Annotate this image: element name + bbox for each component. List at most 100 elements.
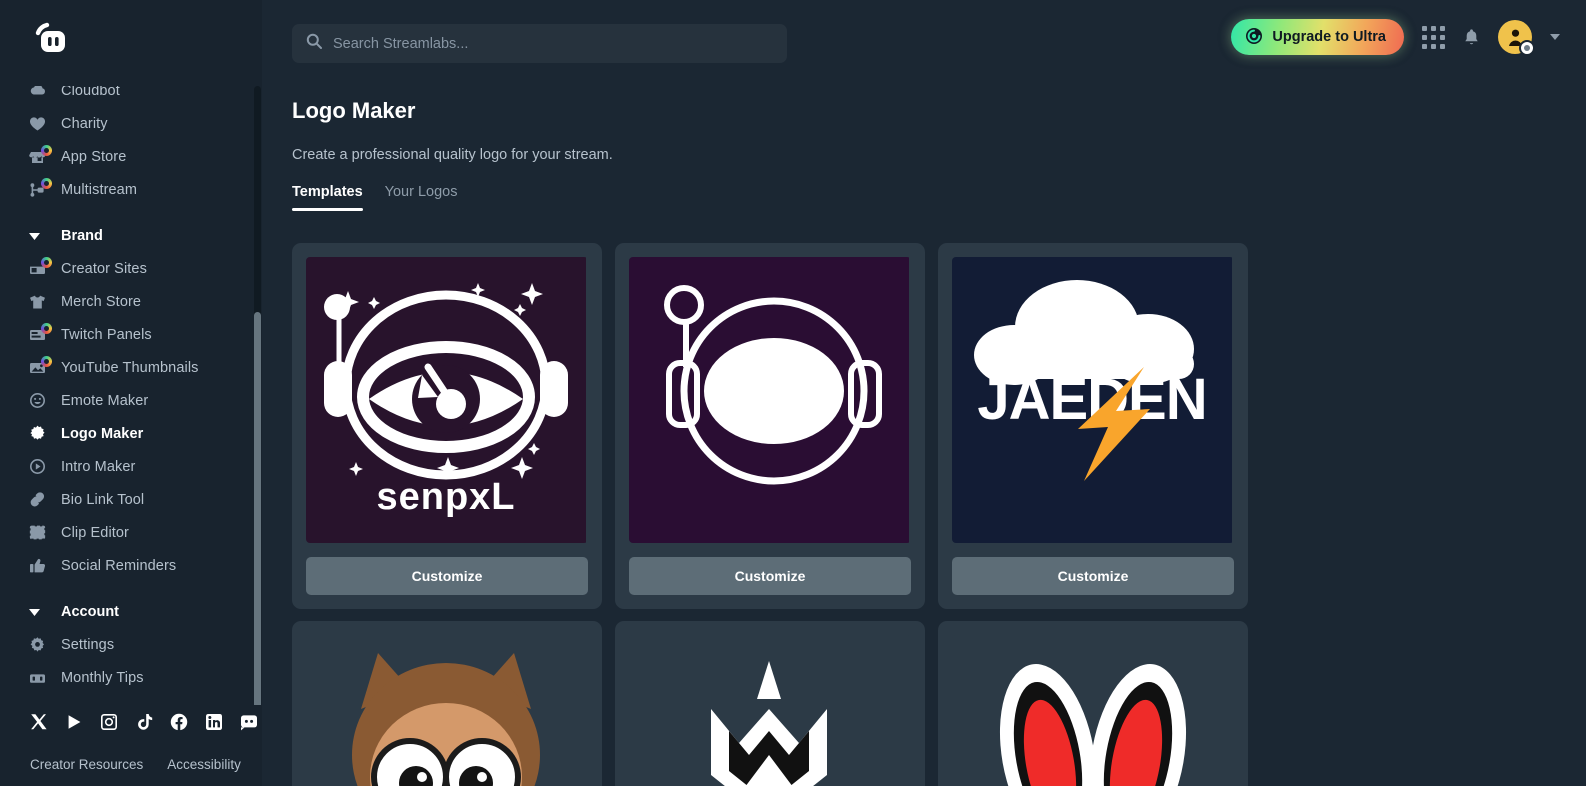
search-icon (306, 33, 322, 54)
discord-icon[interactable] (240, 713, 259, 732)
template-card[interactable]: Customize (615, 621, 925, 786)
sidebar-item-label: Intro Maker (61, 458, 136, 475)
account-menu-chevron-down-icon[interactable] (1550, 34, 1560, 40)
youtube-icon[interactable] (65, 713, 84, 732)
sidebar-item-label: Emote Maker (61, 392, 149, 409)
sidebar: Cloudbot Charity App Store Multistream Bran… (0, 0, 262, 786)
twitch-panels-icon (29, 322, 52, 345)
link-icon (29, 490, 51, 510)
sidebar-group-brand[interactable]: Brand (0, 220, 262, 252)
streamlabs-app: Cloudbot Charity App Store Multistream Bran… (0, 0, 1586, 786)
caret-down-icon (29, 232, 51, 240)
sidebar-item-label: Logo Maker (61, 425, 144, 442)
facebook-icon[interactable] (170, 713, 189, 732)
social-links (30, 705, 262, 739)
sidebar-item-label: Creator Sites (61, 260, 147, 277)
sidebar-item-label: Multistream (61, 181, 138, 198)
footer-link-accessibility[interactable]: Accessibility (167, 757, 241, 772)
gear-icon (29, 635, 51, 655)
template-thumbnail-red-bunny-ears[interactable] (952, 635, 1234, 786)
sidebar-item-cloudbot[interactable]: Cloudbot (0, 86, 262, 107)
new-badge-icon (41, 256, 52, 268)
thumbnails-icon (29, 355, 52, 378)
sidebar-scrollbar-thumb[interactable] (254, 312, 261, 717)
template-card[interactable]: JAEDEN Customize (938, 243, 1248, 609)
template-card[interactable]: Customize (615, 243, 925, 609)
template-thumbnail-crown-cat-mark[interactable] (629, 635, 911, 786)
customize-button[interactable]: Customize (629, 557, 911, 595)
template-card[interactable]: Customize (938, 621, 1248, 786)
templates-grid: senpxL Customize Customize JAEDEN Custom… (292, 243, 1586, 786)
customize-button[interactable]: Customize (952, 557, 1234, 595)
user-avatar[interactable] (1498, 20, 1535, 56)
sidebar-item-label: Twitch Panels (61, 326, 152, 343)
sidebar-item-label: YouTube Thumbnails (61, 359, 199, 376)
sidebar-item-creator-sites[interactable]: Creator Sites (0, 252, 262, 285)
sidebar-item-youtube-thumbnails[interactable]: YouTube Thumbnails (0, 351, 262, 384)
top-bar-actions: Upgrade to Ultra (1231, 19, 1560, 56)
multistream-icon (29, 177, 52, 200)
tab-your-logos[interactable]: Your Logos (385, 184, 458, 211)
sidebar-scrollbar-track[interactable] (254, 86, 261, 717)
clip-editor-icon (29, 523, 51, 543)
sidebar-nav-scroll[interactable]: Cloudbot Charity App Store Multistream Bran… (0, 86, 262, 690)
sidebar-item-label: Merch Store (61, 293, 142, 310)
template-thumbnail-astronaut-helmet-blank[interactable] (629, 257, 911, 543)
sidebar-item-intro-maker[interactable]: Intro Maker (0, 450, 262, 483)
ultra-icon (1245, 27, 1263, 48)
sidebar-item-social-reminders[interactable]: Social Reminders (0, 549, 262, 582)
heart-icon (29, 114, 51, 134)
tshirt-icon (29, 292, 51, 312)
page-subtitle: Create a professional quality logo for y… (292, 147, 613, 163)
sidebar-item-label: Monthly Tips (61, 669, 144, 686)
sidebar-item-twitch-panels[interactable]: Twitch Panels (0, 318, 262, 351)
sidebar-item-multistream[interactable]: Multistream (0, 173, 262, 206)
template-thumbnail-jaeden-storm-cloud[interactable]: JAEDEN (952, 257, 1234, 543)
template-thumbnail-senpxl-astronaut-eye[interactable]: senpxL (306, 257, 588, 543)
avatar-status-badge (1519, 40, 1535, 56)
sidebar-item-label: Cloudbot (61, 86, 120, 99)
instagram-icon[interactable] (100, 713, 119, 732)
sidebar-item-logo-maker[interactable]: Logo Maker (0, 417, 262, 450)
tab-bar: Templates Your Logos (292, 184, 1586, 211)
sidebar-item-bio-link-tool[interactable]: Bio Link Tool (0, 483, 262, 516)
template-card[interactable]: Customize (292, 621, 602, 786)
apps-grid-icon[interactable] (1422, 25, 1445, 49)
search-input[interactable] (333, 35, 753, 52)
template-thumbnail-owl-mascot[interactable] (306, 635, 588, 786)
sidebar-item-label: Charity (61, 115, 108, 132)
smiley-icon (29, 391, 51, 411)
tab-templates[interactable]: Templates (292, 184, 363, 211)
footer-link-creator-resources[interactable]: Creator Resources (30, 757, 143, 772)
new-badge-icon (41, 144, 52, 156)
x-icon[interactable] (30, 713, 49, 732)
sidebar-item-app-store[interactable]: App Store (0, 140, 262, 173)
store-icon (29, 144, 52, 167)
sidebar-group-account[interactable]: Account (0, 596, 262, 628)
search-bar[interactable] (292, 24, 787, 63)
upgrade-to-ultra-button[interactable]: Upgrade to Ultra (1231, 19, 1404, 55)
sidebar-item-label: App Store (61, 148, 127, 165)
sidebar-item-clip-editor[interactable]: Clip Editor (0, 516, 262, 549)
streamlabs-logo[interactable] (26, 16, 74, 64)
sidebar-item-emote-maker[interactable]: Emote Maker (0, 384, 262, 417)
cloudbot-icon (29, 86, 51, 101)
customize-button[interactable]: Customize (306, 557, 588, 595)
sidebar-item-label: Settings (61, 636, 115, 653)
sidebar-footer: Creator Resources Accessibility (0, 705, 262, 786)
creator-sites-icon (29, 256, 52, 279)
caret-down-icon (29, 608, 51, 616)
tiktok-icon[interactable] (135, 713, 154, 732)
sidebar-item-merch-store[interactable]: Merch Store (0, 285, 262, 318)
main-area: Upgrade to Ultra (262, 0, 1586, 786)
sidebar-item-label: Social Reminders (61, 557, 177, 574)
sidebar-item-settings[interactable]: Settings (0, 628, 262, 661)
new-badge-icon (41, 177, 52, 189)
sidebar-item-monthly-tips[interactable]: Monthly Tips (0, 661, 262, 690)
template-card[interactable]: senpxL Customize (292, 243, 602, 609)
bell-icon[interactable] (1463, 28, 1480, 47)
linkedin-icon[interactable] (205, 713, 224, 732)
upgrade-to-ultra-label: Upgrade to Ultra (1272, 29, 1386, 45)
sidebar-item-charity[interactable]: Charity (0, 107, 262, 140)
play-circle-icon (29, 457, 51, 477)
